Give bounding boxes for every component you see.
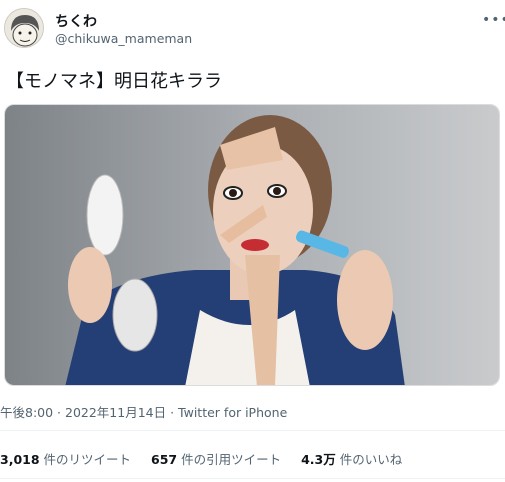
photo-image: [5, 105, 499, 385]
tweet-source[interactable]: Twitter for iPhone: [178, 405, 287, 420]
likes-count: 4.3万: [301, 452, 336, 467]
tweet-date[interactable]: 2022年11月14日: [65, 405, 166, 420]
cartoon-face-avatar-icon: [5, 9, 43, 47]
tweet-text: 【モノマネ】明日花キララ: [6, 71, 222, 92]
tweet-time[interactable]: 午後8:00: [0, 405, 53, 420]
engagement-stats: 3,018 件のリツイート 657 件の引用ツイート 4.3万 件のいいね: [0, 449, 418, 468]
quotes-count: 657: [151, 452, 178, 467]
likes-stat[interactable]: 4.3万 件のいいね: [301, 452, 402, 467]
divider: [0, 430, 505, 431]
tweet-photo[interactable]: [4, 104, 500, 386]
quotes-stat[interactable]: 657 件の引用ツイート: [151, 452, 281, 467]
tweet-timestamp[interactable]: 午後8:00 · 2022年11月14日 · Twitter for iPhon…: [0, 402, 287, 421]
separator-dot: ·: [53, 405, 65, 420]
retweets-count: 3,018: [0, 452, 40, 467]
user-handle[interactable]: @chikuwa_mameman: [55, 31, 192, 46]
avatar[interactable]: [4, 8, 44, 48]
likes-label: 件のいいね: [335, 452, 403, 467]
quotes-label: 件の引用ツイート: [177, 452, 282, 467]
retweets-stat[interactable]: 3,018 件のリツイート: [0, 452, 131, 467]
ellipsis-icon[interactable]: •••: [482, 12, 505, 28]
display-name[interactable]: ちくわ: [55, 11, 97, 31]
separator-dot: ·: [166, 405, 179, 420]
retweets-label: 件のリツイート: [39, 452, 132, 467]
divider: [0, 478, 505, 479]
